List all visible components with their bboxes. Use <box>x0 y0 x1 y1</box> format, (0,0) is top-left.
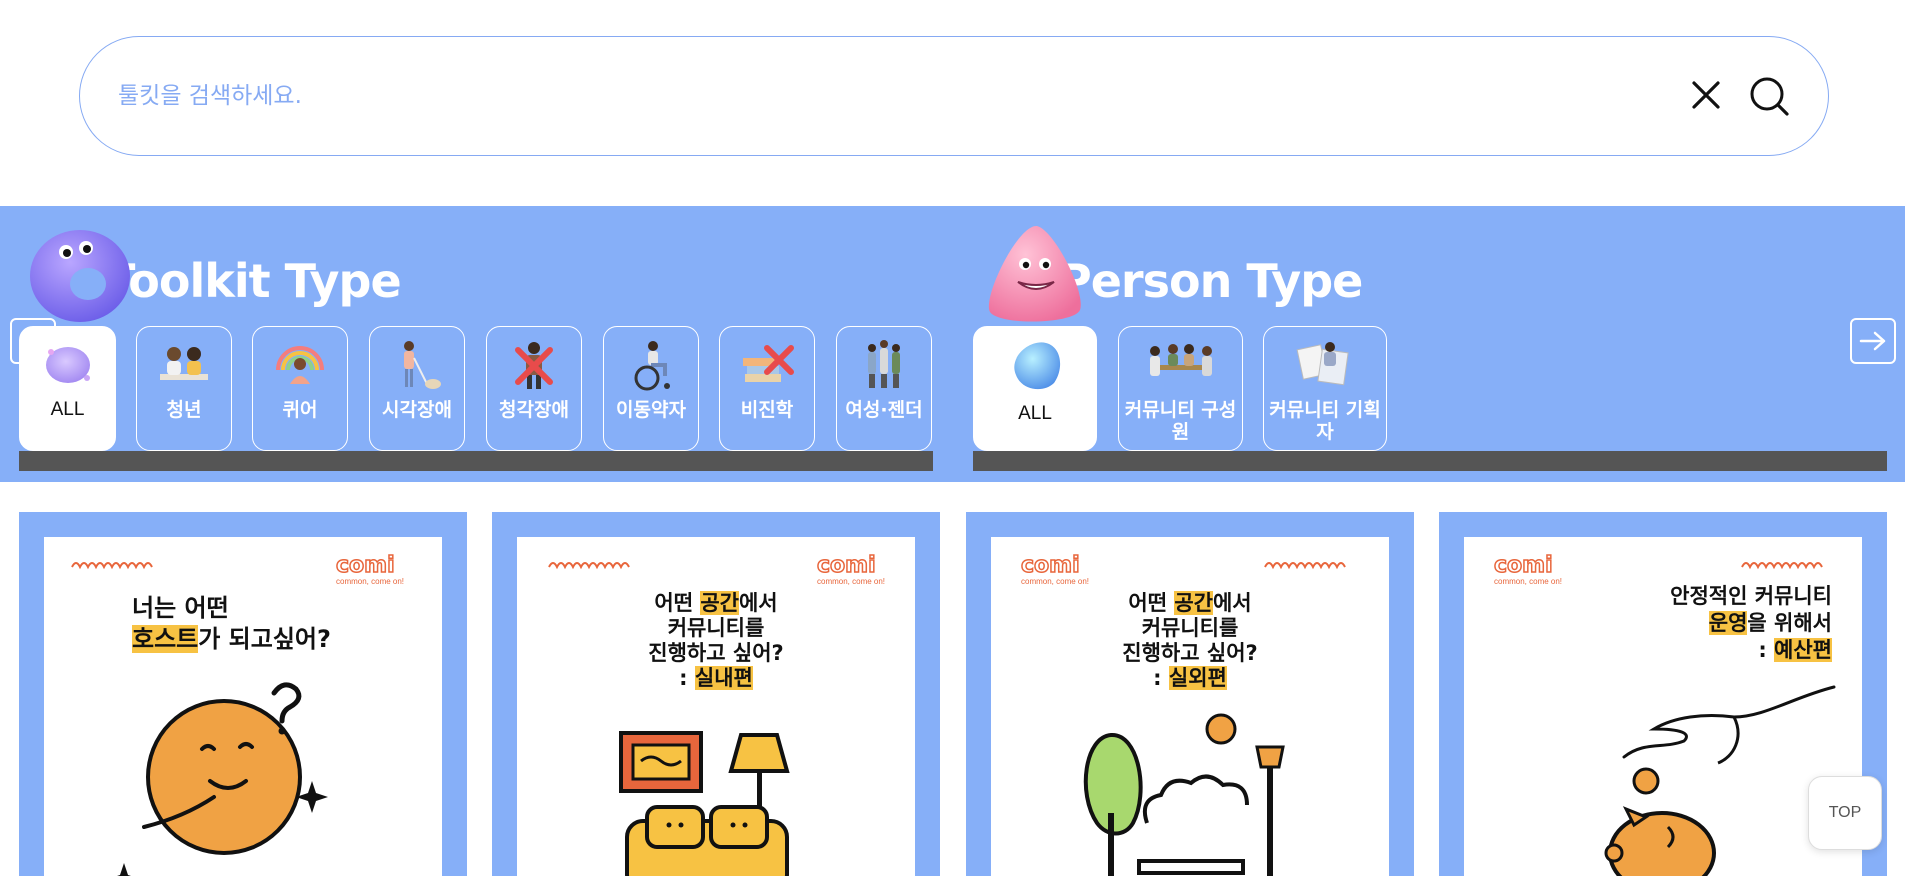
chip-non-college[interactable]: 비진학 <box>719 326 815 451</box>
chip-toolkit-all[interactable]: ALL <box>19 326 116 451</box>
piggy-bank-icon <box>1604 685 1836 876</box>
chip-women-gender[interactable]: 여성·젠더 <box>836 326 932 451</box>
indoor-sofa-icon <box>619 731 790 876</box>
chip-youth[interactable]: 청년 <box>136 326 232 451</box>
outdoor-park-icon <box>1083 713 1285 876</box>
card-title: 안정적인 커뮤니티 운영을 위해서 : 예산편 <box>1670 584 1832 662</box>
comi-logo: comi common, come on! <box>1493 553 1563 586</box>
arrow-right-icon <box>1859 331 1886 351</box>
search-input[interactable] <box>118 73 1618 119</box>
blob-icon <box>41 337 95 393</box>
chip-visual-impairment[interactable]: 시각장애 <box>369 326 465 451</box>
pink-mascot-icon <box>982 222 1092 331</box>
person-scrollbar[interactable] <box>973 451 1887 471</box>
scroll-top-button[interactable]: TOP <box>1808 776 1882 850</box>
filter-band: Toolkit Type Person Type ALL 청년 퀴어 시각장애 … <box>0 206 1905 482</box>
chip-mobility[interactable]: 이동약자 <box>603 326 699 451</box>
crystal-icon <box>1004 337 1066 393</box>
squiggle-icon <box>71 562 153 570</box>
chip-hearing-impairment[interactable]: 청각장애 <box>486 326 582 451</box>
wheelchair-icon <box>621 337 681 393</box>
toolkit-card[interactable]: comi common, come on! 어떤 공간에서 커뮤니티를 진행하고… <box>492 512 940 876</box>
comi-logo: comi common, come on! <box>1020 553 1090 586</box>
toolkit-card[interactable]: comi common, come on! 어떤 공간에서 커뮤니티를 진행하고… <box>966 512 1414 876</box>
clear-icon[interactable] <box>1684 73 1728 117</box>
chip-community-member[interactable]: 커뮤니티 구성원 <box>1118 326 1243 451</box>
fuzzy-mascot-icon <box>28 226 138 331</box>
gender-icon <box>854 337 914 393</box>
comi-logo: comi common, come on! <box>335 553 405 586</box>
chip-community-planner[interactable]: 커뮤니티 기획자 <box>1263 326 1387 451</box>
scroll-right-button[interactable] <box>1850 318 1896 364</box>
card-poster: comi common, come on! 너는 어떤 호스트가 되고싶어? <box>44 537 442 876</box>
squiggle-icon <box>1741 562 1823 570</box>
search-icon[interactable] <box>1746 73 1792 119</box>
card-title: 어떤 공간에서 커뮤니티를 진행하고 싶어? : 실내편 <box>648 591 784 690</box>
queer-icon <box>270 337 330 393</box>
hearing-impairment-icon <box>504 337 564 393</box>
chip-person-all[interactable]: ALL <box>973 326 1097 451</box>
books-icon <box>737 337 797 393</box>
chip-queer[interactable]: 퀴어 <box>252 326 348 451</box>
squiggle-icon <box>1264 562 1346 570</box>
youth-icon <box>154 337 214 393</box>
card-poster: comi common, come on! 어떤 공간에서 커뮤니티를 진행하고… <box>991 537 1389 876</box>
visual-impairment-icon <box>387 337 447 393</box>
card-title: 너는 어떤 호스트가 되고싶어? <box>132 594 331 653</box>
person-type-title: Person Type <box>1058 254 1363 308</box>
search-bar <box>79 36 1829 156</box>
card-poster: comi common, come on! 어떤 공간에서 커뮤니티를 진행하고… <box>517 537 915 876</box>
members-icon <box>1141 337 1221 393</box>
squiggle-icon <box>548 562 630 570</box>
planner-icon <box>1290 337 1360 393</box>
card-poster: comi common, come on! 안정적인 커뮤니티 운영을 위해서 … <box>1464 537 1862 876</box>
host-character-icon <box>117 682 328 876</box>
toolkit-scrollbar[interactable] <box>19 451 933 471</box>
comi-logo: comi common, come on! <box>816 553 886 586</box>
toolkit-type-title: Toolkit Type <box>104 254 402 308</box>
toolkit-card[interactable]: comi common, come on! 너는 어떤 호스트가 되고싶어? <box>19 512 467 876</box>
card-title: 어떤 공간에서 커뮤니티를 진행하고 싶어? : 실외편 <box>1122 591 1258 690</box>
